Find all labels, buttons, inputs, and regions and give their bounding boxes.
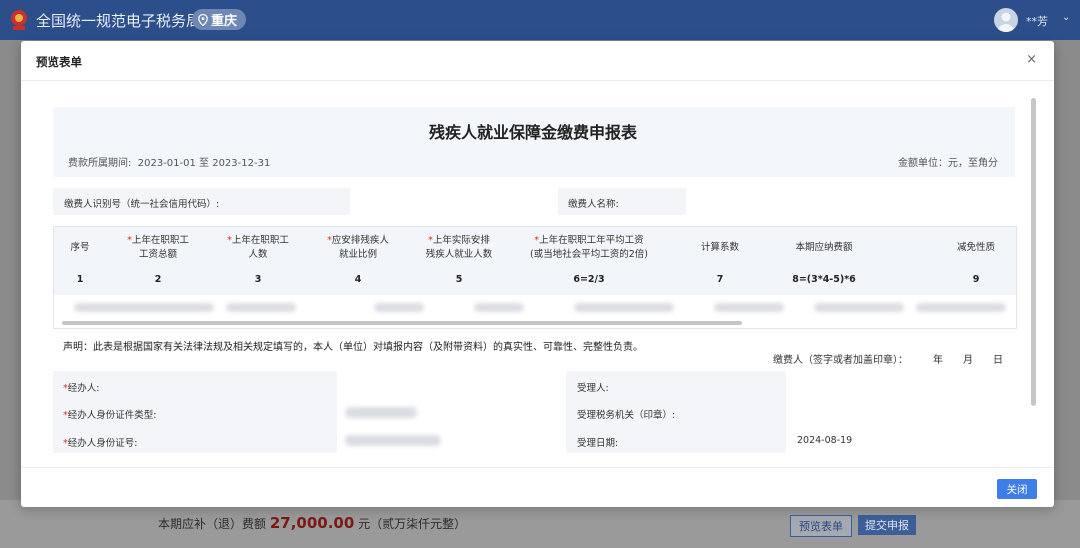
table-header-cell: 减免性质 xyxy=(956,242,995,253)
region-label: 重庆 xyxy=(211,14,238,29)
table-column-number: 2 xyxy=(154,274,162,285)
payable-amount: 27,000.00 xyxy=(269,514,355,532)
modal-header: 预览表单 × xyxy=(21,41,1054,81)
redacted-handler-id-type xyxy=(345,407,417,418)
redacted-cell xyxy=(916,303,1006,312)
table-column-number: 8=(3*4-5)*6 xyxy=(792,274,856,285)
table-column-number: 7 xyxy=(716,274,724,285)
table-header-cell: *应安排残疾人 就业比例 xyxy=(327,235,389,260)
redacted-cell xyxy=(374,303,424,312)
preview-modal: 预览表单 × 残疾人就业保障金缴费申报表 费款所属期间: 2023-01-01 … xyxy=(21,41,1054,507)
table-column-number: 5 xyxy=(455,274,463,285)
table-header-cell: 本期应纳费额 xyxy=(795,242,853,253)
redacted-cell xyxy=(474,303,524,312)
fee-period-value: 2023-01-01 至 2023-12-31 xyxy=(137,158,271,169)
acceptance-date-label: 受理日期: xyxy=(577,438,619,449)
signature-month-label: 月 xyxy=(963,355,973,366)
table-horizontal-scrollbar[interactable] xyxy=(62,321,742,325)
handler-id-number-label: *经办人身份证号: xyxy=(63,438,138,449)
table-header-cell: 序号 xyxy=(70,242,90,253)
user-icon xyxy=(997,12,1015,32)
handler-id-type-label: *经办人身份证件类型: xyxy=(63,410,157,421)
table-header-cell: *上年实际安排 残疾人就业人数 xyxy=(425,235,493,260)
signature-year-label: 年 xyxy=(933,355,943,366)
payable-amount-words: 元（贰万柒仟元整） xyxy=(358,517,467,531)
payer-signature-label: 缴费人（签字或者加盖印章）： xyxy=(773,355,908,366)
table-header-cell: *上年在职职工 人数 xyxy=(227,235,289,260)
table-column-number: 9 xyxy=(972,274,980,285)
preview-form-button[interactable]: 预览表单 xyxy=(790,515,852,537)
close-button[interactable]: 关闭 xyxy=(997,479,1037,499)
accepting-tax-office-label: 受理税务机关（印章）: xyxy=(577,410,676,421)
chevron-down-icon[interactable]: ⌄ xyxy=(1062,12,1070,23)
acceptor-label: 受理人: xyxy=(577,383,609,394)
fee-period: 费款所属期间: 2023-01-01 至 2023-12-31 xyxy=(68,154,270,169)
table-header-cell: *上年在职职工年平均工资 (或当地社会平均工资的2倍) xyxy=(530,235,648,260)
table-header-cell: 计算系数 xyxy=(700,242,739,253)
table-column-number: 6=2/3 xyxy=(573,274,605,285)
acceptance-date-value: 2024-08-19 xyxy=(797,435,853,446)
user-name[interactable]: **芳 xyxy=(1026,13,1048,29)
redacted-cell xyxy=(74,303,214,312)
modal-footer xyxy=(21,467,1054,507)
payer-name-label: 缴费人名称: xyxy=(568,199,619,210)
table-header-cell: *上年在职职工 工资总额 xyxy=(127,235,189,260)
submit-declaration-button[interactable]: 提交申报 xyxy=(858,515,916,535)
payable-amount-summary: 本期应补（退）费额 27,000.00 元（贰万柒仟元整） xyxy=(158,514,466,532)
signature-day-label: 日 xyxy=(993,355,1003,366)
amount-unit: 金额单位：元，至角分 xyxy=(898,158,998,169)
payable-label: 本期应补（退）费额 xyxy=(158,517,267,531)
user-avatar[interactable] xyxy=(994,8,1018,32)
redacted-cell xyxy=(574,303,674,312)
form-title: 残疾人就业保障金缴费申报表 xyxy=(428,123,637,142)
region-selector[interactable]: 重庆 xyxy=(192,9,247,30)
declaration-text: 声明：此表是根据国家有关法律法规及相关规定填写的，本人（单位）对填报内容（及附带… xyxy=(63,342,643,353)
handler-label: *经办人: xyxy=(63,383,100,394)
table-column-number: 4 xyxy=(354,274,362,285)
modal-title: 预览表单 xyxy=(36,55,82,69)
fee-table: 序号 *上年在职职工 工资总额 *上年在职职工 人数 *应安排残疾人 就业比例 *上年… xyxy=(53,226,1017,329)
location-pin-icon xyxy=(198,13,208,26)
tax-emblem-icon xyxy=(11,10,27,30)
redacted-handler-id-number xyxy=(345,435,441,446)
modal-vertical-scrollbar[interactable] xyxy=(1031,98,1036,406)
redacted-cell xyxy=(714,303,784,312)
close-icon[interactable]: × xyxy=(1026,52,1037,67)
redacted-cell xyxy=(226,303,296,312)
top-navigation-bar: 全国统一规范电子税务局 重庆 **芳 ⌄ xyxy=(0,0,1080,40)
payer-id-label: 缴费人识别号（统一社会信用代码）: xyxy=(64,199,220,210)
redacted-cell xyxy=(814,303,904,312)
table-column-number: 1 xyxy=(76,274,84,285)
table-column-number: 3 xyxy=(254,274,262,285)
app-title: 全国统一规范电子税务局 xyxy=(36,12,202,30)
fee-period-label: 费款所属期间: xyxy=(68,158,132,169)
